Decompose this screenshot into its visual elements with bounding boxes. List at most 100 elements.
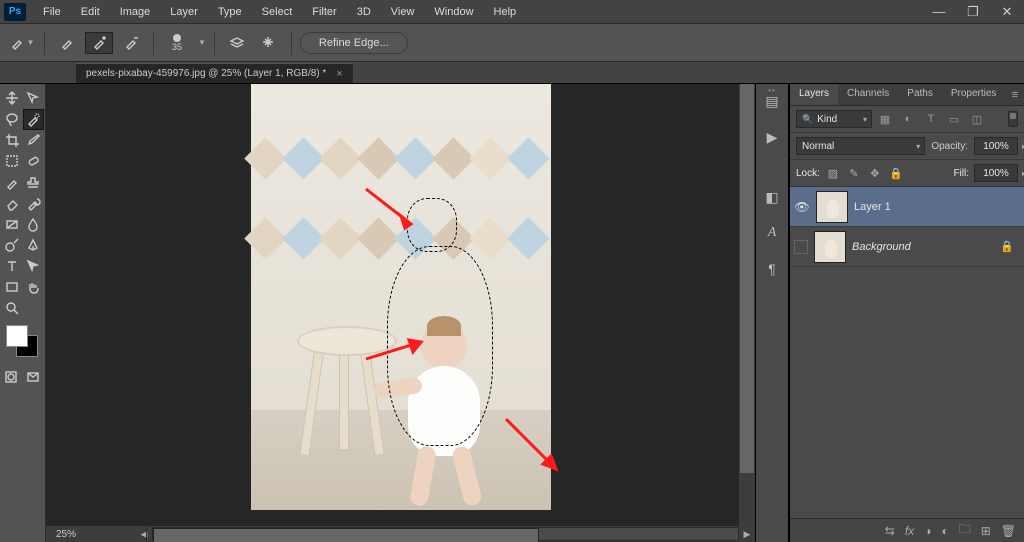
visibility-toggle[interactable] — [794, 240, 808, 254]
tab-properties[interactable]: Properties — [942, 84, 1006, 105]
swatches-panel-icon[interactable]: ◧ — [760, 186, 784, 208]
scrollbar-thumb[interactable] — [740, 84, 754, 473]
menu-filter[interactable]: Filter — [303, 3, 345, 21]
move-tool[interactable] — [2, 88, 23, 109]
lock-pixels-icon[interactable]: ✎ — [846, 165, 862, 181]
gradient-tool[interactable] — [2, 214, 23, 235]
filter-shape-icon[interactable]: ▭ — [944, 110, 964, 128]
tool-preset-picker[interactable]: ▼ — [8, 32, 36, 54]
layer-row[interactable]: 👁 Layer 1 — [790, 187, 1024, 227]
close-icon[interactable]: × — [336, 68, 342, 80]
quick-mask-toggle[interactable] — [2, 367, 21, 388]
zoom-tool[interactable] — [2, 298, 23, 319]
filter-kind-dropdown[interactable]: Kind — [796, 110, 872, 128]
layer-row[interactable]: Background 🔒 — [790, 227, 1024, 267]
brush-size-picker[interactable]: 35 — [162, 34, 192, 52]
path-select-tool[interactable] — [23, 256, 44, 277]
chevron-down-icon[interactable]: ▼ — [198, 38, 206, 47]
adjustment-layer-icon[interactable]: ◐ — [941, 524, 948, 538]
clone-stamp-tool[interactable] — [23, 172, 44, 193]
new-group-icon[interactable]: 🗀 — [959, 520, 971, 541]
add-selection-icon[interactable] — [85, 32, 113, 54]
sample-all-layers-icon[interactable] — [223, 32, 251, 54]
hand-tool[interactable] — [23, 277, 44, 298]
fill-field[interactable]: 100% — [974, 164, 1018, 182]
type-tool[interactable] — [2, 256, 23, 277]
tab-paths[interactable]: Paths — [898, 84, 942, 105]
foreground-color[interactable] — [6, 325, 28, 347]
delete-layer-icon[interactable]: 🗑 — [1001, 524, 1016, 538]
brush-tool[interactable] — [2, 172, 23, 193]
paragraph-panel-icon[interactable]: ¶ — [760, 258, 784, 280]
lock-all-icon[interactable]: 🔒 — [888, 165, 904, 181]
new-layer-icon[interactable]: ⊞ — [981, 524, 991, 538]
menu-file[interactable]: File — [34, 3, 70, 21]
eraser-tool[interactable] — [2, 193, 23, 214]
filter-pixel-icon[interactable]: ▦ — [875, 110, 895, 128]
separator — [214, 31, 215, 55]
document-tab[interactable]: pexels-pixabay-459976.jpg @ 25% (Layer 1… — [76, 63, 353, 83]
blend-mode-dropdown[interactable]: Normal — [796, 137, 925, 155]
visibility-toggle[interactable]: 👁 — [794, 199, 810, 215]
filter-type-icon[interactable]: T — [921, 110, 941, 128]
color-swatches[interactable] — [2, 325, 43, 361]
layer-style-icon[interactable]: fx — [905, 524, 914, 538]
menu-3d[interactable]: 3D — [348, 3, 380, 21]
layer-thumbnail[interactable] — [816, 191, 848, 223]
history-brush-tool[interactable] — [23, 193, 44, 214]
layer-name[interactable]: Layer 1 — [854, 201, 891, 213]
eyedropper-tool[interactable] — [23, 130, 44, 151]
character-panel-icon[interactable]: A — [760, 222, 784, 244]
menu-layer[interactable]: Layer — [161, 3, 207, 21]
lock-position-icon[interactable]: ✥ — [867, 165, 883, 181]
menu-type[interactable]: Type — [209, 3, 251, 21]
filter-adjustment-icon[interactable]: ◐ — [898, 110, 918, 128]
zoom-level[interactable]: 25% — [46, 529, 136, 540]
filter-smart-icon[interactable]: ◫ — [967, 110, 987, 128]
tab-channels[interactable]: Channels — [838, 84, 898, 105]
blur-tool[interactable] — [23, 214, 44, 235]
horizontal-scrollbar[interactable] — [152, 527, 739, 541]
spot-heal-tool[interactable] — [23, 151, 44, 172]
dock-handle-icon[interactable]: •• — [768, 86, 776, 95]
vertical-scrollbar[interactable] — [739, 84, 755, 526]
document-canvas[interactable] — [251, 84, 551, 510]
menu-window[interactable]: Window — [425, 3, 482, 21]
menu-view[interactable]: View — [382, 3, 424, 21]
layer-name[interactable]: Background — [852, 241, 911, 253]
shape-tool[interactable] — [2, 277, 23, 298]
refine-edge-button[interactable]: Refine Edge... — [300, 32, 408, 54]
quick-selection-tool[interactable] — [23, 109, 44, 130]
menu-help[interactable]: Help — [485, 3, 526, 21]
close-button[interactable]: ✕ — [990, 0, 1024, 24]
artboard-tool[interactable] — [23, 88, 44, 109]
screen-mode-toggle[interactable] — [25, 367, 44, 388]
canvas-area[interactable]: 25% Doc: 21.0M/42.1M ▶ ◀ ▶ — [46, 84, 755, 542]
opacity-field[interactable]: 100% — [974, 137, 1018, 155]
tab-layers[interactable]: Layers — [790, 84, 838, 105]
pen-tool[interactable] — [23, 235, 44, 256]
new-selection-icon[interactable] — [53, 32, 81, 54]
dodge-tool[interactable] — [2, 235, 23, 256]
link-layers-icon[interactable]: ⇆ — [885, 524, 895, 538]
layer-thumbnail[interactable] — [814, 231, 846, 263]
lasso-tool[interactable] — [2, 109, 23, 130]
maximize-button[interactable]: ❐ — [956, 0, 990, 24]
lock-transparency-icon[interactable]: ▨ — [825, 165, 841, 181]
menu-select[interactable]: Select — [253, 3, 302, 21]
menu-image[interactable]: Image — [111, 3, 160, 21]
menu-edit[interactable]: Edit — [72, 3, 109, 21]
crop-tool[interactable] — [2, 130, 23, 151]
scrollbar-thumb[interactable] — [153, 528, 539, 542]
actions-panel-icon[interactable]: ▶ — [760, 126, 784, 148]
lock-fill-row: Lock: ▨ ✎ ✥ 🔒 Fill: 100% — [790, 160, 1024, 187]
marquee-tool[interactable] — [2, 151, 23, 172]
subtract-selection-icon[interactable] — [117, 32, 145, 54]
sparkle-icon — [261, 35, 276, 50]
panel-menu-icon[interactable]: ≡ — [1006, 84, 1024, 105]
scroll-right-icon[interactable]: ▶ — [739, 529, 755, 540]
layer-mask-icon[interactable]: ◑ — [924, 524, 931, 538]
minimize-button[interactable]: — — [922, 0, 956, 24]
filter-toggle[interactable] — [1008, 111, 1018, 127]
auto-enhance-icon[interactable] — [255, 32, 283, 54]
